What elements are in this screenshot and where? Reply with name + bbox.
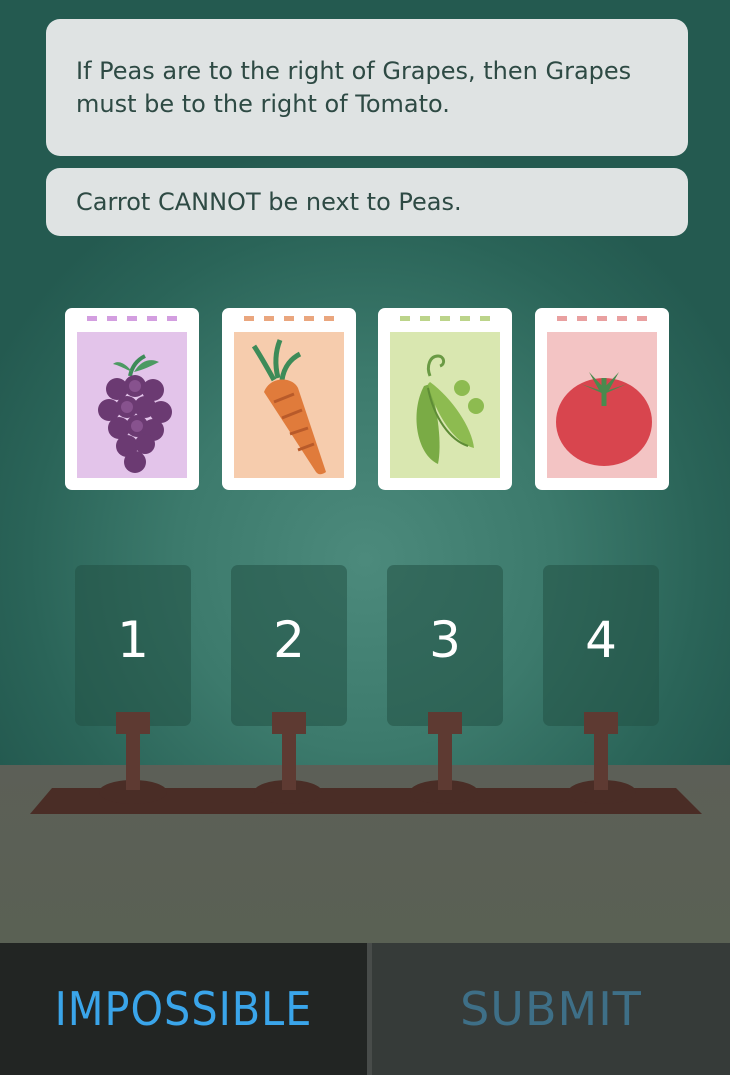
seed-packet-carrot[interactable] <box>222 308 356 490</box>
impossible-label: IMPOSSIBLE <box>54 982 313 1036</box>
tomato-icon <box>547 332 657 478</box>
slot-number: 1 <box>117 611 149 669</box>
seed-packet-grapes[interactable] <box>65 308 199 490</box>
impossible-button[interactable]: IMPOSSIBLE <box>0 943 367 1075</box>
slot-number: 4 <box>585 611 617 669</box>
carrot-icon <box>234 332 344 478</box>
clue-text-2: Carrot CANNOT be next to Peas. <box>76 187 462 216</box>
slot-number: 3 <box>429 611 461 669</box>
seed-packet-tomato[interactable] <box>535 308 669 490</box>
garden-bed <box>30 712 702 814</box>
packet-dashes <box>65 316 199 321</box>
submit-label: SUBMIT <box>460 982 642 1036</box>
clue-text-1: If Peas are to the right of Grapes, then… <box>76 56 632 118</box>
packet-dashes <box>535 316 669 321</box>
stake-posts <box>116 712 618 790</box>
grapes-icon <box>77 332 187 478</box>
packet-dashes <box>378 316 512 321</box>
clue-card-1: If Peas are to the right of Grapes, then… <box>46 19 688 156</box>
peas-icon <box>390 332 500 478</box>
packet-dashes <box>222 316 356 321</box>
slot-number: 2 <box>273 611 305 669</box>
seed-packet-peas[interactable] <box>378 308 512 490</box>
submit-button[interactable]: SUBMIT <box>372 943 730 1075</box>
clue-card-2: Carrot CANNOT be next to Peas. <box>46 168 688 236</box>
